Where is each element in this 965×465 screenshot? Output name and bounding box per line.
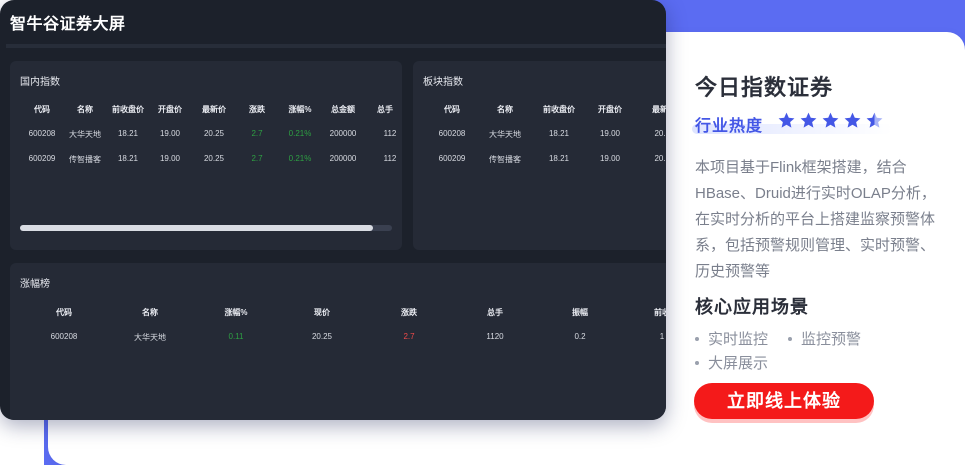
scene-label: 监控预警 bbox=[801, 331, 862, 348]
sector-index-panel: 板块指数 代码 名称 前收盘价 开盘价 最新 600208 大华天地 18.21… bbox=[413, 61, 666, 250]
col-header: 名称 bbox=[142, 308, 158, 317]
col-header: 涨幅% bbox=[224, 308, 248, 317]
scene-item: 监控预警 bbox=[788, 328, 861, 349]
cell-change: 2.7 bbox=[403, 332, 415, 341]
gainers-panel: 涨幅榜 代码 名称 涨幅% 现价 涨跌 总手 振幅 前收 600208 大华天地… bbox=[10, 263, 666, 420]
scene-label: 大屏展示 bbox=[708, 355, 769, 372]
try-online-button[interactable]: 立即线上体验 bbox=[694, 383, 874, 419]
bullet-icon bbox=[788, 336, 792, 341]
cell-name: 大华天地 bbox=[69, 130, 101, 139]
cell-change-pct: 0.11 bbox=[228, 332, 244, 341]
horizontal-scrollbar[interactable] bbox=[20, 225, 392, 231]
cell-code: 600208 bbox=[438, 129, 466, 138]
col-header: 最新价 bbox=[202, 105, 226, 114]
col-header: 现价 bbox=[314, 308, 330, 317]
cell-prev-close: 18.21 bbox=[548, 154, 570, 163]
cell-code: 600208 bbox=[28, 129, 56, 138]
bullet-icon bbox=[695, 336, 699, 341]
col-header: 总手 bbox=[487, 308, 503, 317]
col-header: 振幅 bbox=[572, 308, 588, 317]
cell-volume: 112 bbox=[383, 154, 397, 163]
star-icon bbox=[778, 112, 795, 128]
star-icon bbox=[866, 112, 883, 128]
cell-latest: 20.25 bbox=[203, 154, 225, 163]
cell-prev-close: 18.21 bbox=[117, 129, 139, 138]
cell-change-pct: 0.21% bbox=[288, 129, 312, 138]
scene-item: 实时监控 bbox=[695, 328, 768, 349]
cell-prev-close: 1 bbox=[659, 332, 665, 341]
cell-latest: 20. bbox=[654, 154, 666, 163]
course-title: 今日指数证券 bbox=[695, 75, 834, 100]
cell-open: 19.00 bbox=[599, 154, 621, 163]
cell-code: 600208 bbox=[50, 332, 78, 341]
cell-open: 19.00 bbox=[159, 129, 181, 138]
cell-change-pct: 0.21% bbox=[288, 154, 312, 163]
cell-change: 2.7 bbox=[251, 129, 263, 138]
cell-price: 20.25 bbox=[311, 332, 333, 341]
cell-name: 传智播客 bbox=[489, 155, 521, 164]
cell-name: 大华天地 bbox=[134, 333, 166, 342]
col-header: 代码 bbox=[56, 308, 72, 317]
domestic-index-panel: 国内指数 代码 名称 前收盘价 开盘价 最新价 涨跌 涨幅% 总金额 总手 60… bbox=[10, 61, 402, 250]
star-icon bbox=[800, 112, 817, 128]
col-header: 涨跌 bbox=[401, 308, 417, 317]
panel-title: 涨幅榜 bbox=[20, 279, 50, 290]
cell-amount: 200000 bbox=[329, 129, 357, 138]
cell-change: 2.7 bbox=[251, 154, 263, 163]
cell-prev-close: 18.21 bbox=[117, 154, 139, 163]
rating-stars bbox=[777, 111, 884, 130]
cell-open: 19.00 bbox=[599, 129, 621, 138]
cell-latest: 20.25 bbox=[203, 129, 225, 138]
cell-amplitude: 0.2 bbox=[574, 332, 586, 341]
scene-label: 实时监控 bbox=[708, 331, 769, 348]
col-header: 总金额 bbox=[331, 105, 355, 114]
col-header: 代码 bbox=[444, 105, 460, 114]
scrollbar-thumb[interactable] bbox=[20, 225, 374, 231]
panel-title: 板块指数 bbox=[423, 77, 463, 88]
cell-name: 大华天地 bbox=[489, 130, 521, 139]
scene-item: 大屏展示 bbox=[695, 352, 768, 373]
col-header: 名称 bbox=[77, 105, 93, 114]
col-header: 前收盘价 bbox=[112, 105, 144, 114]
divider bbox=[6, 44, 666, 48]
cell-volume: 112 bbox=[383, 129, 397, 138]
cell-latest: 20. bbox=[654, 129, 666, 138]
col-header: 涨幅% bbox=[288, 105, 312, 114]
dashboard-screenshot: 智牛谷证券大屏 国内指数 代码 名称 前收盘价 开盘价 最新价 涨跌 涨幅% 总… bbox=[0, 0, 666, 420]
cell-volume: 1120 bbox=[486, 332, 504, 341]
bullet-icon bbox=[695, 360, 699, 365]
col-header: 前收 bbox=[654, 308, 666, 317]
star-icon bbox=[822, 112, 839, 128]
panel-title: 国内指数 bbox=[20, 77, 60, 88]
star-icon bbox=[844, 112, 861, 128]
col-header: 总手 bbox=[377, 105, 393, 114]
course-description: 本项目基于Flink框架搭建，结合HBase、Druid进行实时OLAP分析，在… bbox=[695, 159, 936, 280]
col-header: 前收盘价 bbox=[543, 105, 575, 114]
cell-code: 600209 bbox=[438, 154, 466, 163]
col-header: 开盘价 bbox=[158, 105, 182, 114]
dashboard-title: 智牛谷证券大屏 bbox=[10, 16, 126, 33]
cell-name: 传智播客 bbox=[69, 155, 101, 164]
col-header: 最新 bbox=[652, 105, 666, 114]
cell-prev-close: 18.21 bbox=[548, 129, 570, 138]
col-header: 代码 bbox=[34, 105, 50, 114]
col-header: 名称 bbox=[497, 105, 513, 114]
cell-amount: 200000 bbox=[329, 154, 357, 163]
cell-code: 600209 bbox=[28, 154, 56, 163]
cell-open: 19.00 bbox=[159, 154, 181, 163]
col-header: 开盘价 bbox=[598, 105, 622, 114]
heat-label: 行业热度 bbox=[695, 118, 764, 135]
col-header: 涨跌 bbox=[249, 105, 265, 114]
scenes-title: 核心应用场景 bbox=[695, 297, 809, 317]
